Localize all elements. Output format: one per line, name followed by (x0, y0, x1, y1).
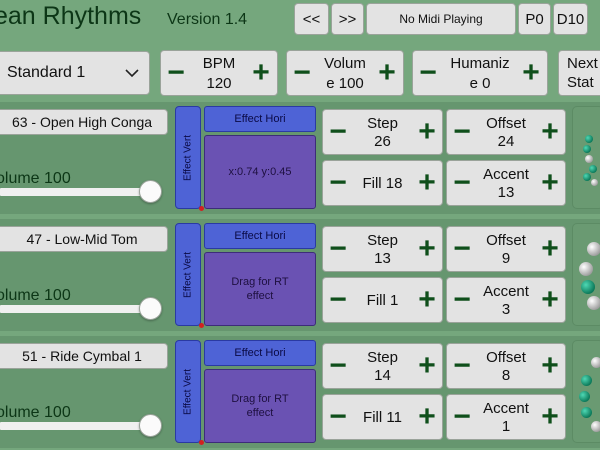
bpm-control: − BPM 120 + (160, 50, 278, 96)
effect-hori-strip[interactable]: Effect Hori (204, 340, 316, 366)
plus-icon[interactable]: + (413, 351, 441, 381)
plus-icon[interactable]: + (413, 402, 441, 432)
instrument-button[interactable]: 51 - Ride Cymbal 1 (0, 343, 168, 369)
fill-control: − Fill 1 + (322, 277, 443, 323)
effect-hori-strip[interactable]: Effect Hori (204, 106, 316, 132)
chevron-down-icon (125, 69, 139, 78)
plus-icon[interactable]: + (536, 285, 564, 315)
slider-knob[interactable] (138, 180, 162, 203)
step-dot (585, 135, 593, 143)
step-dot (587, 242, 600, 256)
plus-icon[interactable]: + (536, 234, 564, 264)
plus-icon[interactable]: + (373, 58, 401, 88)
plus-icon[interactable]: + (413, 117, 441, 147)
plus-icon[interactable]: + (536, 117, 564, 147)
humanize-control: − Humaniz e 0 + (412, 50, 548, 96)
instrument-button[interactable]: 47 - Low-Mid Tom (0, 226, 168, 252)
volume-slider[interactable] (0, 414, 166, 437)
step-dot (583, 145, 591, 153)
step-ring-panel (572, 106, 600, 209)
effect-pad[interactable]: x:0.74 y:0.45 (204, 135, 316, 209)
volume-control: − Volum e 100 + (286, 50, 404, 96)
offset-control: − Offset 9 + (446, 226, 566, 272)
instrument-button[interactable]: 63 - Open High Conga (0, 109, 168, 135)
step-dot (583, 173, 591, 181)
effect-vert-strip[interactable]: Effect Vert (175, 340, 201, 443)
next-state-label: Next (567, 55, 598, 72)
step-dot (581, 375, 592, 386)
fill-control: − Fill 11 + (322, 394, 443, 440)
step-dot (581, 280, 595, 294)
effect-vert-strip[interactable]: Effect Vert (175, 106, 201, 209)
step-dot (587, 296, 600, 310)
accent-control: − Accent 3 + (446, 277, 566, 323)
step-control: − Step 14 + (322, 343, 443, 389)
midi-status: No Midi Playing (366, 3, 516, 35)
effect-hori-strip[interactable]: Effect Hori (204, 223, 316, 249)
step-dot (585, 155, 593, 163)
step-dot (581, 407, 592, 418)
volume-slider[interactable] (0, 180, 166, 203)
preset-dropdown[interactable]: Standard 1 (0, 51, 150, 95)
step-dot (579, 391, 590, 402)
slider-knob[interactable] (138, 297, 162, 320)
p-button[interactable]: P0 (518, 3, 551, 35)
step-dot (579, 262, 593, 276)
version-label: Version 1.4 (167, 11, 248, 28)
step-dot (591, 179, 598, 186)
plus-icon[interactable]: + (413, 234, 441, 264)
d-button[interactable]: D10 (553, 3, 588, 35)
step-ring-panel (572, 223, 600, 326)
effect-pad[interactable]: Drag for RT effect (204, 369, 316, 443)
plus-icon[interactable]: + (413, 168, 441, 198)
preset-value: Standard 1 (7, 64, 86, 81)
plus-icon[interactable]: + (536, 402, 564, 432)
next-button[interactable]: >> (331, 3, 364, 35)
next-state-sub: Stat (567, 74, 594, 91)
prev-button[interactable]: << (294, 3, 329, 35)
step-dot (591, 421, 600, 432)
plus-icon[interactable]: + (536, 168, 564, 198)
offset-control: − Offset 24 + (446, 109, 566, 155)
plus-icon[interactable]: + (536, 351, 564, 381)
step-dot (591, 357, 600, 368)
next-state-button[interactable]: Next Stat (558, 50, 600, 96)
slider-knob[interactable] (138, 414, 162, 437)
accent-control: − Accent 1 + (446, 394, 566, 440)
accent-control: − Accent 13 + (446, 160, 566, 206)
plus-icon[interactable]: + (413, 285, 441, 315)
step-ring-panel (572, 340, 600, 443)
volume-slider[interactable] (0, 297, 166, 320)
app-title: ean Rhythms (0, 2, 142, 30)
fill-control: − Fill 18 + (322, 160, 443, 206)
effect-vert-strip[interactable]: Effect Vert (175, 223, 201, 326)
offset-control: − Offset 8 + (446, 343, 566, 389)
plus-icon[interactable]: + (247, 58, 275, 88)
step-dot (589, 165, 597, 173)
step-control: − Step 13 + (322, 226, 443, 272)
step-control: − Step 26 + (322, 109, 443, 155)
plus-icon[interactable]: + (517, 58, 545, 88)
effect-pad[interactable]: Drag for RT effect (204, 252, 316, 326)
